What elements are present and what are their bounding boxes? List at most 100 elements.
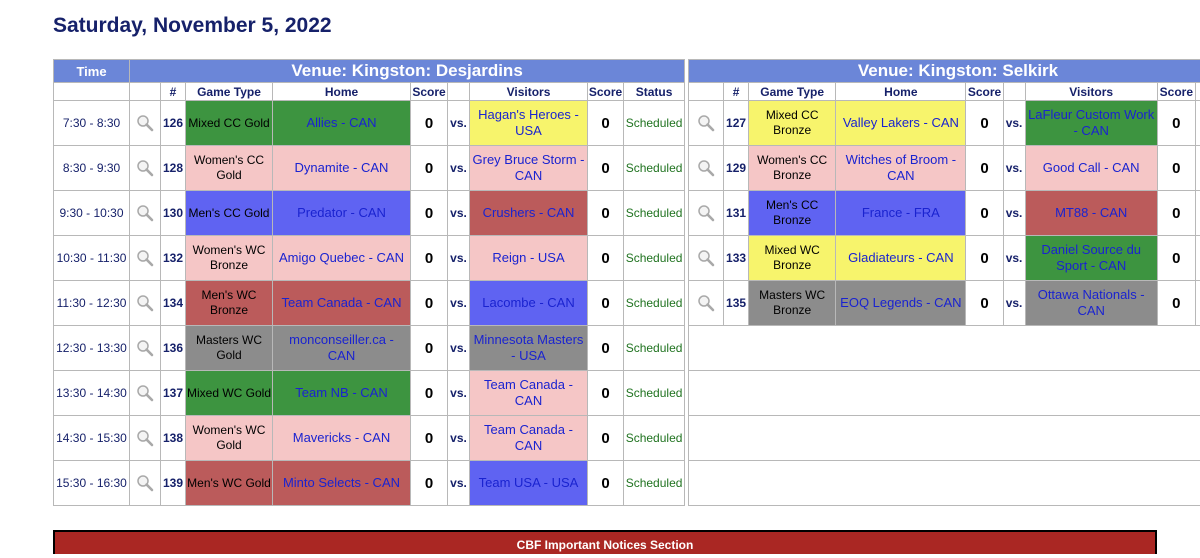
magnifier-icon[interactable] bbox=[136, 429, 154, 447]
home-team-link[interactable]: Mavericks - CAN bbox=[273, 416, 410, 460]
visitor-team-link[interactable]: Reign - USA bbox=[470, 236, 587, 280]
home-team-link-label[interactable]: Team Canada - CAN bbox=[280, 295, 404, 311]
vs-label: vs. bbox=[448, 191, 469, 235]
home-team-link-label[interactable]: Team NB - CAN bbox=[293, 385, 389, 401]
visitor-team-link[interactable]: Minnesota Masters - USA bbox=[470, 326, 587, 370]
visitor-team-link-label[interactable]: Grey Bruce Storm - CAN bbox=[470, 152, 587, 184]
home-team-link-label[interactable]: Gladiateurs - CAN bbox=[846, 250, 955, 266]
game-details-link[interactable] bbox=[130, 416, 160, 460]
time-slot: 12:30 - 13:30 bbox=[54, 326, 129, 370]
home-team-link[interactable]: Valley Lakers - CAN bbox=[836, 101, 966, 145]
game-details-link[interactable] bbox=[130, 146, 160, 190]
home-score-header: Score bbox=[411, 83, 447, 100]
magnifier-icon[interactable] bbox=[136, 339, 154, 357]
magnifier-icon[interactable] bbox=[136, 204, 154, 222]
game-details-link[interactable] bbox=[130, 461, 160, 505]
magnifier-icon[interactable] bbox=[136, 474, 154, 492]
home-team-link[interactable]: Predator - CAN bbox=[273, 191, 410, 235]
visitor-team-link-label[interactable]: Team Canada - CAN bbox=[470, 422, 587, 454]
visitor-team-link-label[interactable]: Hagan's Heroes - USA bbox=[470, 107, 587, 139]
visitor-team-link[interactable]: Good Call - CAN bbox=[1025, 146, 1157, 190]
home-team-link[interactable]: monconseiller.ca - CAN bbox=[273, 326, 410, 370]
game-details-link[interactable] bbox=[130, 281, 160, 325]
home-team-link[interactable]: Amigo Quebec - CAN bbox=[273, 236, 410, 280]
home-team-link-label[interactable]: Predator - CAN bbox=[295, 205, 388, 221]
visitor-score: 0 bbox=[588, 416, 623, 460]
game-details-link[interactable] bbox=[689, 146, 724, 190]
time-slot: 9:30 - 10:30 bbox=[54, 191, 129, 235]
home-team-link-label[interactable]: Valley Lakers - CAN bbox=[841, 115, 961, 131]
game-details-link[interactable] bbox=[130, 191, 160, 235]
visitor-team-link-label[interactable]: Ottawa Nationals - CAN bbox=[1026, 287, 1157, 319]
visitor-team-link-label[interactable]: Minnesota Masters - USA bbox=[470, 332, 587, 364]
home-team-link-label[interactable]: Witches of Broom - CAN bbox=[836, 152, 965, 184]
home-team-link[interactable]: Minto Selects - CAN bbox=[273, 461, 410, 505]
visitor-team-link[interactable]: Hagan's Heroes - USA bbox=[470, 101, 587, 145]
home-team-link[interactable]: Witches of Broom - CAN bbox=[836, 146, 966, 190]
game-row: 131 Men's CC Bronze France - FRA 0 vs. MT88 -… bbox=[689, 191, 1200, 235]
magnifier-icon[interactable] bbox=[136, 159, 154, 177]
game-row: 135 Masters WC Bronze EOQ Legends - CAN 0 vs… bbox=[689, 281, 1200, 325]
magnifier-icon[interactable] bbox=[136, 384, 154, 402]
visitor-team-link[interactable]: Team Canada - CAN bbox=[470, 416, 587, 460]
game-type: Men's CC Gold bbox=[186, 191, 272, 235]
time-slot: 8:30 - 9:30 bbox=[54, 146, 129, 190]
visitor-team-link[interactable]: LaFleur Custom Work - CAN bbox=[1025, 101, 1157, 145]
visitor-team-link-label[interactable]: MT88 - CAN bbox=[1053, 205, 1129, 221]
home-team-link-label[interactable]: Minto Selects - CAN bbox=[281, 475, 402, 491]
visitor-team-link[interactable]: Team USA - USA bbox=[470, 461, 587, 505]
visitor-team-link[interactable]: Crushers - CAN bbox=[470, 191, 587, 235]
visitor-team-link-label[interactable]: Lacombe - CAN bbox=[480, 295, 576, 311]
game-number: 139 bbox=[161, 461, 185, 505]
visitor-team-link[interactable]: Lacombe - CAN bbox=[470, 281, 587, 325]
visitor-team-link-label[interactable]: LaFleur Custom Work - CAN bbox=[1026, 107, 1157, 139]
game-details-link[interactable] bbox=[130, 371, 160, 415]
game-details-link[interactable] bbox=[130, 326, 160, 370]
magnifier-icon[interactable] bbox=[697, 114, 715, 132]
visitor-team-link-label[interactable]: Team Canada - CAN bbox=[470, 377, 587, 409]
venue-title: Venue: Kingston: Selkirk bbox=[689, 60, 1200, 82]
home-team-link-label[interactable]: EOQ Legends - CAN bbox=[838, 295, 963, 311]
visitor-team-link-label[interactable]: Team USA - USA bbox=[477, 475, 581, 491]
home-team-link[interactable]: Team Canada - CAN bbox=[273, 281, 410, 325]
home-team-link-label[interactable]: Mavericks - CAN bbox=[291, 430, 393, 446]
game-details-link[interactable] bbox=[689, 281, 724, 325]
home-team-link[interactable]: EOQ Legends - CAN bbox=[836, 281, 966, 325]
home-team-link-label[interactable]: Amigo Quebec - CAN bbox=[277, 250, 406, 266]
home-team-link-label[interactable]: Allies - CAN bbox=[304, 115, 378, 131]
magnifier-icon[interactable] bbox=[697, 249, 715, 267]
home-team-link-label[interactable]: monconseiller.ca - CAN bbox=[273, 332, 410, 364]
game-details-link[interactable] bbox=[130, 236, 160, 280]
visitor-team-link-label[interactable]: Reign - USA bbox=[490, 250, 566, 266]
visitor-team-link[interactable]: Ottawa Nationals - CAN bbox=[1025, 281, 1157, 325]
game-details-link[interactable] bbox=[689, 101, 724, 145]
home-score: 0 bbox=[966, 146, 1003, 190]
home-team-link[interactable]: Gladiateurs - CAN bbox=[836, 236, 966, 280]
game-status: S bbox=[1195, 236, 1200, 280]
visitor-team-link[interactable]: Team Canada - CAN bbox=[470, 371, 587, 415]
game-number: 136 bbox=[161, 326, 185, 370]
home-team-link[interactable]: Allies - CAN bbox=[273, 101, 410, 145]
home-team-link-label[interactable]: Dynamite - CAN bbox=[293, 160, 391, 176]
home-team-link[interactable]: Dynamite - CAN bbox=[273, 146, 410, 190]
home-team-link-label[interactable]: France - FRA bbox=[860, 205, 942, 221]
magnifier-icon[interactable] bbox=[697, 294, 715, 312]
visitor-team-link-label[interactable]: Good Call - CAN bbox=[1041, 160, 1142, 176]
game-details-link[interactable] bbox=[689, 191, 724, 235]
vs-label: vs. bbox=[448, 326, 469, 370]
visitor-team-link-label[interactable]: Crushers - CAN bbox=[481, 205, 577, 221]
home-header: Home bbox=[273, 83, 410, 100]
visitor-team-link-label[interactable]: Daniel Source du Sport - CAN bbox=[1026, 242, 1157, 274]
visitor-team-link[interactable]: Daniel Source du Sport - CAN bbox=[1025, 236, 1157, 280]
magnifier-icon[interactable] bbox=[136, 249, 154, 267]
home-team-link[interactable]: Team NB - CAN bbox=[273, 371, 410, 415]
magnifier-icon[interactable] bbox=[697, 159, 715, 177]
magnifier-icon[interactable] bbox=[136, 294, 154, 312]
game-details-link[interactable] bbox=[130, 101, 160, 145]
visitor-team-link[interactable]: Grey Bruce Storm - CAN bbox=[470, 146, 587, 190]
magnifier-icon[interactable] bbox=[697, 204, 715, 222]
home-team-link[interactable]: France - FRA bbox=[836, 191, 966, 235]
visitor-team-link[interactable]: MT88 - CAN bbox=[1025, 191, 1157, 235]
game-details-link[interactable] bbox=[689, 236, 724, 280]
magnifier-icon[interactable] bbox=[136, 114, 154, 132]
